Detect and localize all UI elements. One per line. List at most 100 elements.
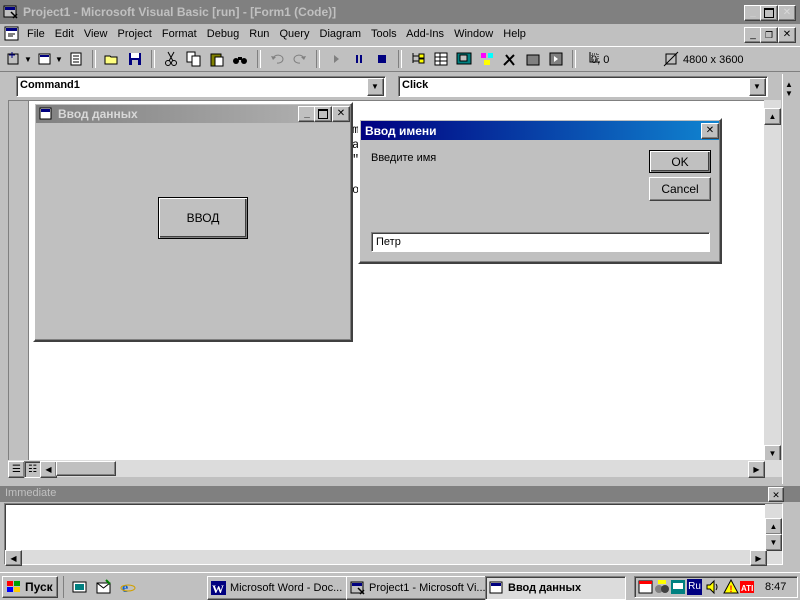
tray-ati-icon[interactable]: ATI xyxy=(739,579,755,598)
procedure-view-button[interactable]: ☰ xyxy=(8,461,25,478)
full-module-view-button[interactable]: ☷ xyxy=(24,461,41,478)
scroll-right-button[interactable]: ▶ xyxy=(750,550,767,566)
child-close-button[interactable]: ✕ xyxy=(778,27,796,43)
show-desktop-icon[interactable] xyxy=(72,579,88,598)
properties-window-icon[interactable] xyxy=(433,51,449,67)
menu-tools[interactable]: Tools xyxy=(371,28,397,40)
quick-launch: e xyxy=(63,576,143,598)
scroll-up-button[interactable]: ▲ xyxy=(765,518,782,535)
form-icon[interactable] xyxy=(39,107,53,121)
immediate-horizontal-scrollbar[interactable]: ◀ ▶ xyxy=(5,550,767,566)
form-maximize-button[interactable] xyxy=(314,106,332,122)
vvod-button[interactable]: ВВОД xyxy=(158,197,248,239)
margin-indicator-bar xyxy=(9,101,29,460)
undo-icon[interactable] xyxy=(269,51,285,67)
object-browser-icon[interactable] xyxy=(479,51,495,67)
copy-icon[interactable] xyxy=(186,51,202,67)
scroll-left-button[interactable]: ◀ xyxy=(5,550,22,566)
maximize-button[interactable] xyxy=(760,5,778,21)
scroll-right-button[interactable]: ▶ xyxy=(748,461,765,478)
language-indicator[interactable]: Ru xyxy=(687,579,702,595)
menu-add-ins[interactable]: Add-Ins xyxy=(406,28,444,40)
scroll-left-button[interactable]: ◀ xyxy=(40,461,57,478)
tray-tools-icon[interactable] xyxy=(654,579,670,598)
toolbar-separator xyxy=(256,50,261,68)
find-icon[interactable] xyxy=(232,51,248,67)
horizontal-scroll-thumb[interactable] xyxy=(56,461,116,476)
volume-icon[interactable] xyxy=(705,579,721,598)
scroll-down-icon: ▼ xyxy=(768,449,777,458)
svg-text:e: e xyxy=(122,581,128,595)
save-project-icon[interactable] xyxy=(127,51,143,67)
form-close-button[interactable]: ✕ xyxy=(332,106,350,122)
code-window-icon[interactable] xyxy=(4,26,20,42)
close-button[interactable]: ✕ xyxy=(778,5,796,21)
redo-icon[interactable] xyxy=(292,51,308,67)
tray-scheduler-icon[interactable] xyxy=(638,579,654,598)
immediate-close-button[interactable]: ✕ xyxy=(768,487,784,502)
menu-format[interactable]: Format xyxy=(162,28,197,40)
menu-diagram[interactable]: Diagram xyxy=(320,28,362,40)
end-icon[interactable] xyxy=(374,51,390,67)
object-combo[interactable]: Command1 ▼ xyxy=(16,76,386,97)
tray-clock[interactable]: 8:47 xyxy=(765,581,786,593)
menu-query[interactable]: Query xyxy=(280,28,310,40)
task-word[interactable]: W Microsoft Word - Doc... xyxy=(207,576,348,600)
minimize-icon: _ xyxy=(750,29,756,40)
open-project-icon[interactable] xyxy=(104,51,120,67)
ok-button[interactable]: OK xyxy=(649,150,711,173)
add-project-icon[interactable] xyxy=(6,51,22,67)
start-icon[interactable] xyxy=(328,51,344,67)
size-readout: 4800 x 3600 xyxy=(683,54,744,66)
add-form-icon[interactable] xyxy=(37,51,53,67)
code-vertical-scrollbar[interactable]: ▲ ▼ xyxy=(764,100,781,462)
scroll-up-button[interactable]: ▲ xyxy=(764,108,781,125)
menu-run[interactable]: Run xyxy=(249,28,269,40)
menu-window[interactable]: Window xyxy=(454,28,493,40)
procedure-combo[interactable]: Click ▼ xyxy=(398,76,768,97)
component-manager-icon[interactable] xyxy=(548,51,564,67)
input-dialog-close-button[interactable]: ✕ xyxy=(701,123,719,139)
immediate-vertical-scrollbar[interactable]: ▲ ▼ xyxy=(765,504,782,564)
toolbox-icon[interactable] xyxy=(502,51,518,67)
menu-editor-icon[interactable] xyxy=(68,51,84,67)
menu-edit[interactable]: Edit xyxy=(55,28,74,40)
word-icon: W xyxy=(211,580,227,596)
outlook-express-icon[interactable] xyxy=(96,579,112,598)
toolbar-separator xyxy=(315,50,320,68)
cut-icon[interactable] xyxy=(163,51,179,67)
cancel-button-label: Cancel xyxy=(661,182,699,196)
start-button[interactable]: Пуск xyxy=(2,576,58,598)
window-title: Project1 - Microsoft Visual Basic [run] … xyxy=(23,5,337,19)
object-combo-dropdown[interactable]: ▼ xyxy=(367,78,384,96)
input-dialog-text-field[interactable]: Петр xyxy=(371,232,710,252)
internet-explorer-icon[interactable]: e xyxy=(120,579,136,598)
menu-file[interactable]: File xyxy=(27,28,45,40)
close-icon: ✕ xyxy=(705,125,715,136)
scroll-down-button[interactable]: ▼ xyxy=(765,534,782,551)
menu-view[interactable]: View xyxy=(84,28,108,40)
main-title-bar: Project1 - Microsoft Visual Basic [run] … xyxy=(0,0,800,24)
tray-network-icon[interactable] xyxy=(670,579,686,598)
form-layout-icon[interactable] xyxy=(456,51,472,67)
data-view-icon[interactable] xyxy=(525,51,541,67)
break-icon[interactable] xyxy=(351,51,367,67)
menu-project[interactable]: Project xyxy=(118,28,152,40)
size-icon xyxy=(663,51,679,67)
paste-icon[interactable] xyxy=(209,51,225,67)
immediate-window[interactable]: ▲ ▼ ◀ ▶ xyxy=(4,503,783,566)
project-explorer-icon[interactable] xyxy=(410,51,426,67)
runtime-form-window: Ввод данных _ ✕ ВВОД xyxy=(33,102,353,342)
vb-app-icon[interactable] xyxy=(3,4,19,20)
procedure-combo-dropdown[interactable]: ▼ xyxy=(749,78,766,96)
menu-debug[interactable]: Debug xyxy=(207,28,239,40)
task-form[interactable]: Ввод данных xyxy=(485,576,626,600)
cancel-button[interactable]: Cancel xyxy=(649,177,711,201)
child-restore-button[interactable]: ❐ xyxy=(760,27,778,43)
tray-warning-icon[interactable]: ! xyxy=(723,578,739,598)
input-dialog-text-value: Петр xyxy=(376,236,401,248)
close-icon: ✕ xyxy=(782,7,792,18)
right-dock-button[interactable]: ▲ ▼ xyxy=(785,80,797,98)
menu-help[interactable]: Help xyxy=(503,28,526,40)
task-vb[interactable]: Project1 - Microsoft Vi... xyxy=(346,576,487,600)
